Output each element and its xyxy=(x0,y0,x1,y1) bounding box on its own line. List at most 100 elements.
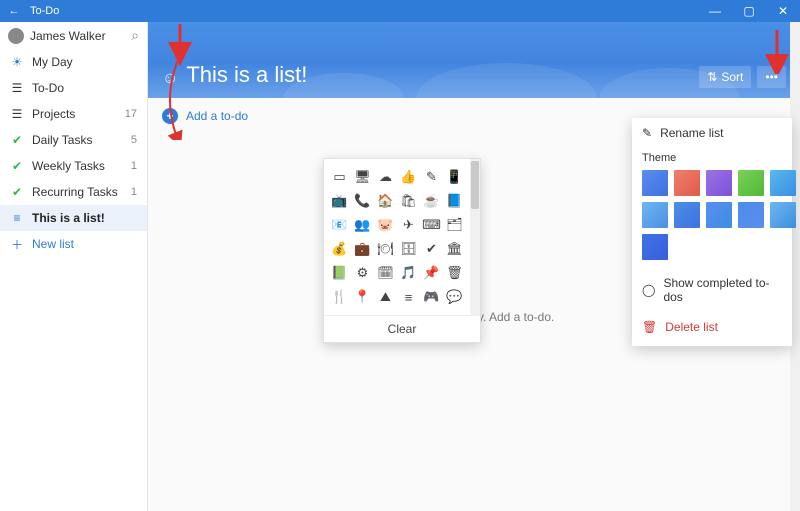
icon-option[interactable]: 🐷 xyxy=(374,213,397,237)
sort-icon: ⇅ xyxy=(707,70,717,84)
sidebar: James Walker ⌕ ☀My Day☰To-Do☰ Projects 17 ✔… xyxy=(0,22,148,511)
search-icon[interactable]: ⌕ xyxy=(131,27,139,44)
sidebar-item[interactable]: ✔Weekly Tasks1 xyxy=(0,153,147,179)
list-icon: ☰ xyxy=(10,81,24,95)
avatar xyxy=(8,28,24,44)
rename-label: Rename list xyxy=(660,126,723,140)
icon-option[interactable]: 💬 xyxy=(443,285,466,309)
icon-option[interactable]: 🎵 xyxy=(397,261,420,285)
icon-option[interactable]: ✔ xyxy=(420,237,443,261)
icon-option[interactable]: 🍴 xyxy=(328,285,351,309)
icon-option[interactable]: 🗓 xyxy=(374,261,397,285)
new-list-button[interactable]: ＋ New list xyxy=(0,231,147,257)
icon-option[interactable]: ☕ xyxy=(420,189,443,213)
theme-swatch[interactable] xyxy=(738,170,764,196)
theme-swatch[interactable] xyxy=(642,202,668,228)
app-body: James Walker ⌕ ☀My Day☰To-Do☰ Projects 17 ✔… xyxy=(0,22,800,511)
sidebar-item-count: 5 xyxy=(131,134,137,146)
icon-option[interactable]: 📱 xyxy=(443,165,466,189)
icon-option[interactable]: 📞 xyxy=(351,189,374,213)
minimize-button[interactable]: — xyxy=(698,4,732,18)
icon-option[interactable]: 🏠 xyxy=(374,189,397,213)
icon-picker-clear[interactable]: Clear xyxy=(324,315,480,342)
icon-option[interactable]: 🎮 xyxy=(420,285,443,309)
icon-picker-scrollbar[interactable] xyxy=(470,159,480,315)
add-todo-label: Add a to-do xyxy=(186,109,248,123)
theme-swatch[interactable] xyxy=(674,202,700,228)
sidebar-item[interactable]: ☀My Day xyxy=(0,49,147,75)
theme-swatch[interactable] xyxy=(738,202,764,228)
icon-option[interactable]: 🖥 xyxy=(351,165,374,189)
icon-option[interactable]: 👍 xyxy=(397,165,420,189)
list-title[interactable]: This is a list! xyxy=(186,62,307,88)
icon-option[interactable]: 🍽 xyxy=(374,237,397,261)
theme-swatch[interactable] xyxy=(770,202,796,228)
check-icon: ✔ xyxy=(10,159,24,173)
icon-option[interactable]: 📍 xyxy=(351,285,374,309)
theme-swatch[interactable] xyxy=(706,202,732,228)
icon-option[interactable]: 📧 xyxy=(328,213,351,237)
icon-option[interactable]: 📌 xyxy=(420,261,443,285)
sidebar-item[interactable]: ≡ This is a list! xyxy=(0,205,147,231)
icon-option[interactable]: 📺 xyxy=(328,189,351,213)
icon-option[interactable]: 🛍 xyxy=(397,189,420,213)
icon-option[interactable]: 📘 xyxy=(443,189,466,213)
sort-button[interactable]: ⇅ Sort xyxy=(699,66,751,88)
icon-option[interactable]: ✎ xyxy=(420,165,443,189)
maximize-button[interactable]: ▢ xyxy=(732,4,766,18)
icon-option[interactable]: 📗 xyxy=(328,261,351,285)
new-list-label: New list xyxy=(32,237,137,251)
sidebar-item-label: Daily Tasks xyxy=(32,133,123,147)
icon-option[interactable]: 🗂 xyxy=(443,213,466,237)
icon-option[interactable]: ⛰ xyxy=(374,285,397,309)
icon-option[interactable]: ≡ xyxy=(397,285,420,309)
sidebar-item[interactable]: ☰To-Do xyxy=(0,75,147,101)
more-options-button[interactable]: ••• xyxy=(757,66,786,88)
rename-list-option[interactable]: ✎ Rename list xyxy=(632,118,792,148)
icon-option[interactable]: 🗑 xyxy=(443,261,466,285)
icon-option[interactable]: 👥 xyxy=(351,213,374,237)
main-area: ☺ This is a list! ⇅ Sort ••• + Add a to-… xyxy=(148,22,800,511)
sidebar-item-label: Weekly Tasks xyxy=(32,159,123,173)
theme-swatch[interactable] xyxy=(674,170,700,196)
sidebar-item[interactable]: ☰Projects17 xyxy=(0,101,147,127)
sidebar-item-count: 1 xyxy=(131,186,137,198)
close-button[interactable]: ✕ xyxy=(766,4,800,18)
theme-swatch[interactable] xyxy=(642,170,668,196)
sidebar-item-label: Projects xyxy=(32,107,117,121)
user-name: James Walker xyxy=(30,29,125,43)
sort-label: Sort xyxy=(721,70,743,84)
sidebar-item-label: This is a list! xyxy=(32,211,129,225)
icon-option[interactable]: ▭ xyxy=(328,165,351,189)
sidebar-item-count: 17 xyxy=(125,108,137,120)
add-icon: + xyxy=(162,108,178,124)
icon-option[interactable]: ⚙ xyxy=(351,261,374,285)
theme-label: Theme xyxy=(632,148,792,166)
icon-option[interactable]: 🏛 xyxy=(443,237,466,261)
sidebar-item[interactable]: ✔ Recurring Tasks 1 xyxy=(0,179,147,205)
icon-grid: ▭🖥☁👍✎📱 📺📞🏠🛍☕📘 📧👥🐷✈⌨🗂 💰💼🍽🗄✔🏛 📗⚙🗓🎵📌🗑 🍴📍⛰≡🎮💬 xyxy=(324,159,470,315)
list-emoji-icon[interactable]: ☺ xyxy=(162,70,178,88)
theme-swatch[interactable] xyxy=(770,170,796,196)
theme-swatch[interactable] xyxy=(706,170,732,196)
app-title: To-Do xyxy=(28,5,698,17)
icon-option[interactable]: ✈ xyxy=(397,213,420,237)
list-header: ☺ This is a list! ⇅ Sort ••• xyxy=(148,22,800,98)
icon-option[interactable]: 🗄 xyxy=(397,237,420,261)
icon-option[interactable]: ☁ xyxy=(374,165,397,189)
check-icon: ✔ xyxy=(10,185,24,199)
bullet-list-icon: ≡ xyxy=(10,211,24,225)
back-button[interactable]: ← xyxy=(0,5,28,17)
sidebar-item-label: Recurring Tasks xyxy=(32,185,123,199)
theme-swatches xyxy=(632,166,792,268)
checkmark-circle-icon: ◯ xyxy=(642,283,655,297)
icon-option[interactable]: ⌨ xyxy=(420,213,443,237)
show-completed-option[interactable]: ◯ Show completed to-dos xyxy=(632,268,792,312)
icon-picker-popup: ▭🖥☁👍✎📱 📺📞🏠🛍☕📘 📧👥🐷✈⌨🗂 💰💼🍽🗄✔🏛 📗⚙🗓🎵📌🗑 🍴📍⛰≡🎮💬 Cle… xyxy=(323,158,481,343)
user-row[interactable]: James Walker ⌕ xyxy=(0,22,147,49)
icon-option[interactable]: 💰 xyxy=(328,237,351,261)
sidebar-item[interactable]: ✔Daily Tasks5 xyxy=(0,127,147,153)
delete-list-option[interactable]: 🗑 Delete list xyxy=(632,312,792,342)
theme-swatch[interactable] xyxy=(642,234,668,260)
icon-option[interactable]: 💼 xyxy=(351,237,374,261)
